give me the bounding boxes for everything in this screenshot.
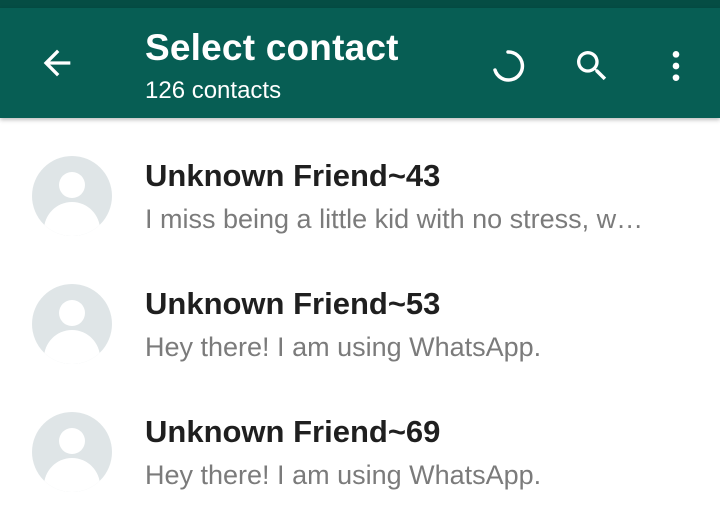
contact-status: I miss being a little kid with no stress… <box>145 204 644 234</box>
avatar-head <box>59 300 85 326</box>
contact-name: Unknown Friend~69 <box>145 414 441 449</box>
contact-row[interactable]: Unknown Friend~43 I miss being a little … <box>0 118 720 246</box>
avatar-body <box>44 202 100 236</box>
page-title: Select contact <box>145 27 399 68</box>
contact-name: Unknown Friend~53 <box>145 286 441 321</box>
search-icon <box>577 51 607 81</box>
status-bar <box>0 0 720 8</box>
back-arrow-icon <box>43 49 71 77</box>
avatar-head <box>59 428 85 454</box>
back-button[interactable] <box>29 35 85 91</box>
avatar-head <box>59 172 85 198</box>
avatar <box>32 156 112 236</box>
contact-name: Unknown Friend~43 <box>145 158 441 193</box>
contact-status: Hey there! I am using WhatsApp. <box>145 460 542 490</box>
avatar-body <box>44 458 100 492</box>
app-bar: Select contact 126 contacts <box>0 8 720 118</box>
contact-list: Unknown Friend~43 I miss being a little … <box>0 118 720 502</box>
more-vert-icon <box>672 51 680 81</box>
contact-row[interactable]: Unknown Friend~53 Hey there! I am using … <box>0 246 720 374</box>
refresh-button[interactable] <box>480 38 536 94</box>
search-button[interactable] <box>564 38 620 94</box>
contact-status: Hey there! I am using WhatsApp. <box>145 332 542 362</box>
contact-row[interactable]: Unknown Friend~69 Hey there! I am using … <box>0 374 720 502</box>
header-titles: Select contact 126 contacts <box>145 26 399 106</box>
more-options-button[interactable] <box>648 38 704 94</box>
contact-count: 126 contacts <box>145 77 282 104</box>
avatar <box>32 284 112 364</box>
avatar <box>32 412 112 492</box>
refresh-icon <box>493 50 525 82</box>
avatar-body <box>44 330 100 364</box>
